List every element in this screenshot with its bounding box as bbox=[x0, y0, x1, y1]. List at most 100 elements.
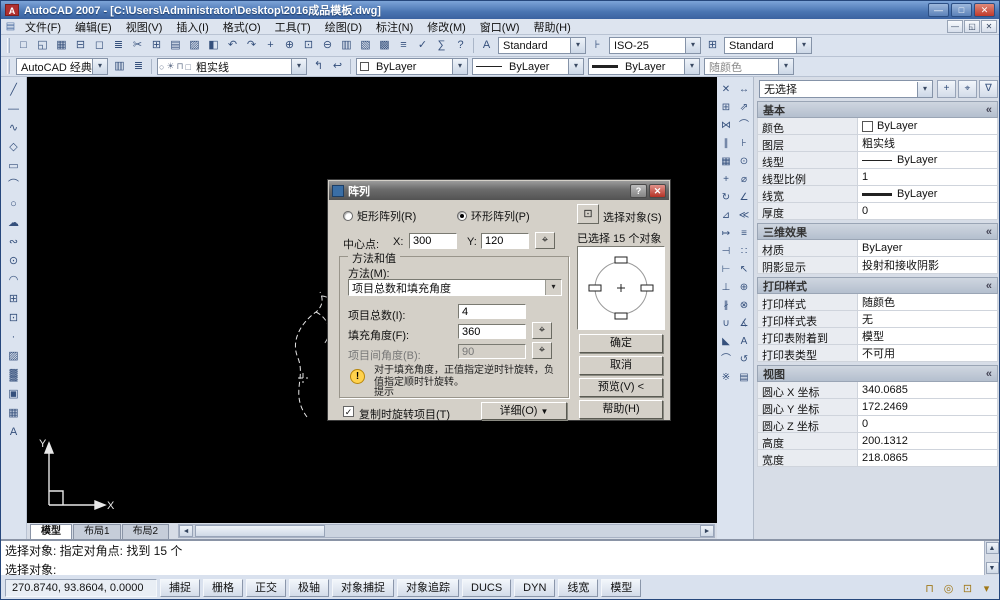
help-icon[interactable]: ? bbox=[451, 36, 470, 55]
menu-modify[interactable]: 修改(M) bbox=[420, 18, 473, 36]
rectangle-icon[interactable]: ▭ bbox=[4, 157, 23, 176]
quick-leader-icon[interactable]: ↖ bbox=[736, 261, 753, 279]
rectangular-array-radio[interactable]: 矩形阵列(R) bbox=[343, 208, 416, 224]
undo-icon[interactable]: ↶ bbox=[223, 36, 242, 55]
dim-ordinate-icon[interactable]: ⊦ bbox=[736, 135, 753, 153]
toggle-grid[interactable]: 栅格 bbox=[203, 579, 243, 597]
layer-previous-icon[interactable]: ↩ bbox=[328, 57, 347, 76]
workspace-combo[interactable]: AutoCAD 经典 ▾ bbox=[16, 58, 108, 75]
coordinates-readout[interactable]: 270.8740, 93.8604, 0.0000 bbox=[5, 579, 157, 597]
communication-center-icon[interactable]: ◎ bbox=[940, 580, 957, 597]
chamfer-icon[interactable]: ◣ bbox=[718, 333, 735, 351]
rotate-items-checkbox[interactable]: ✓ bbox=[343, 406, 354, 417]
trim-icon[interactable]: ⊣ bbox=[718, 243, 735, 261]
dim-arc-length-icon[interactable]: ⌒ bbox=[736, 117, 753, 135]
chevron-down-icon[interactable]: ▾ bbox=[796, 38, 811, 53]
toggle-snap[interactable]: 捕捉 bbox=[160, 579, 200, 597]
ok-button[interactable]: 确定 bbox=[579, 334, 663, 353]
quick-select-icon[interactable]: ∇ bbox=[979, 80, 998, 98]
property-row[interactable]: 打印样式 随颜色 bbox=[757, 294, 998, 311]
dimension-update-icon[interactable]: ↺ bbox=[736, 351, 753, 369]
dimension-edit-icon[interactable]: ∡ bbox=[736, 315, 753, 333]
color-combo[interactable]: ByLayer ▾ bbox=[356, 58, 468, 75]
gradient-icon[interactable]: ▓ bbox=[4, 366, 23, 385]
property-row[interactable]: 宽度 218.0865 bbox=[757, 450, 998, 467]
join-icon[interactable]: ∪ bbox=[718, 315, 735, 333]
ellipse-icon[interactable]: ⊙ bbox=[4, 252, 23, 271]
erase-icon[interactable]: ✕ bbox=[718, 81, 735, 99]
redo-icon[interactable]: ↷ bbox=[242, 36, 261, 55]
plot-preview-icon[interactable]: ◻ bbox=[90, 36, 109, 55]
help-button[interactable]: 帮助(H) bbox=[579, 400, 663, 419]
paste-icon[interactable]: ▤ bbox=[166, 36, 185, 55]
copy-object-icon[interactable]: ⊞ bbox=[718, 99, 735, 117]
table-style-icon[interactable]: ⊞ bbox=[703, 36, 722, 55]
polyline-icon[interactable]: ∿ bbox=[4, 119, 23, 138]
fillet-icon[interactable]: ⌒ bbox=[718, 351, 735, 369]
scale-icon[interactable]: ⊿ bbox=[718, 207, 735, 225]
total-items-input[interactable] bbox=[458, 304, 526, 319]
layer-combo[interactable]: ○☀⊓□ 粗实线 ▾ bbox=[157, 58, 307, 75]
cut-icon[interactable]: ✂ bbox=[128, 36, 147, 55]
toggle-ortho[interactable]: 正交 bbox=[246, 579, 286, 597]
menu-file[interactable]: 文件(F) bbox=[18, 18, 68, 36]
workspaces-icon[interactable]: ▥ bbox=[110, 57, 129, 76]
property-row[interactable]: 厚度 0 bbox=[757, 203, 998, 220]
ellipse-arc-icon[interactable]: ◠ bbox=[4, 271, 23, 290]
dim-baseline-icon[interactable]: ≡ bbox=[736, 225, 753, 243]
qnew-icon[interactable]: □ bbox=[14, 36, 33, 55]
zoom-realtime-icon[interactable]: ⊕ bbox=[280, 36, 299, 55]
maximize-button[interactable]: □ bbox=[951, 3, 972, 17]
section-header-view[interactable]: 视图 « bbox=[757, 365, 998, 382]
property-row[interactable]: 打印样式表 无 bbox=[757, 311, 998, 328]
dialog-help-icon[interactable]: ? bbox=[630, 184, 647, 198]
dim-diameter-icon[interactable]: ⌀ bbox=[736, 171, 753, 189]
dim-style-icon[interactable]: ⊦ bbox=[588, 36, 607, 55]
center-y-input[interactable] bbox=[481, 233, 529, 249]
menu-draw[interactable]: 绘图(D) bbox=[318, 18, 369, 36]
insert-block-icon[interactable]: ⊞ bbox=[4, 290, 23, 309]
dimension-style-icon[interactable]: ▤ bbox=[736, 369, 753, 387]
make-block-icon[interactable]: ⊡ bbox=[4, 309, 23, 328]
selection-combo[interactable]: 无选择 ▾ bbox=[759, 80, 933, 98]
designcenter-icon[interactable]: ▧ bbox=[356, 36, 375, 55]
chevron-down-icon[interactable]: ▾ bbox=[291, 59, 306, 74]
region-icon[interactable]: ▣ bbox=[4, 385, 23, 404]
menu-window[interactable]: 窗口(W) bbox=[473, 18, 527, 36]
toggle-otrack[interactable]: 对象追踪 bbox=[397, 579, 459, 597]
dim-linear-icon[interactable]: ↔ bbox=[736, 81, 753, 99]
chevron-down-icon[interactable]: ▾ bbox=[568, 59, 583, 74]
property-row[interactable]: 颜色 ByLayer bbox=[757, 118, 998, 135]
child-restore-button[interactable]: ◱ bbox=[964, 20, 980, 33]
toggle-model[interactable]: 模型 bbox=[601, 579, 641, 597]
chevron-down-icon[interactable]: ▾ bbox=[685, 38, 700, 53]
drawing-canvas[interactable]: Y X 阵列 ? ✕ 矩形阵列(R) bbox=[27, 77, 717, 539]
property-row[interactable]: 打印表附着到 模型 bbox=[757, 328, 998, 345]
dimension-text-edit-icon[interactable]: A bbox=[736, 333, 753, 351]
menu-tools[interactable]: 工具(T) bbox=[268, 18, 318, 36]
center-x-input[interactable] bbox=[409, 233, 457, 249]
scroll-up-icon[interactable]: ▲ bbox=[986, 542, 999, 554]
menu-help[interactable]: 帮助(H) bbox=[527, 18, 578, 36]
polygon-icon[interactable]: ◇ bbox=[4, 138, 23, 157]
toolbar-grip[interactable] bbox=[7, 59, 10, 74]
command-line-window[interactable]: 选择对象: 指定对角点: 找到 15 个 选择对象: ▲ ▼ bbox=[1, 539, 999, 575]
array-icon[interactable]: ▦ bbox=[718, 153, 735, 171]
circle-icon[interactable]: ○ bbox=[4, 195, 23, 214]
quick-dimension-icon[interactable]: ≪ bbox=[736, 207, 753, 225]
dim-angular-icon[interactable]: ∠ bbox=[736, 189, 753, 207]
menu-edit[interactable]: 编辑(E) bbox=[68, 18, 119, 36]
construction-line-icon[interactable]: — bbox=[4, 100, 23, 119]
chevron-down-icon[interactable]: ▾ bbox=[917, 82, 932, 97]
property-row[interactable]: 圆心 X 坐标 340.0685 bbox=[757, 382, 998, 399]
select-objects-button[interactable]: ⊡ bbox=[577, 204, 599, 224]
minimize-button[interactable]: — bbox=[928, 3, 949, 17]
publish-icon[interactable]: ≣ bbox=[109, 36, 128, 55]
scrollbar-thumb[interactable] bbox=[195, 525, 325, 537]
plotstyle-combo[interactable]: 随颜色 ▾ bbox=[704, 58, 794, 75]
tool-palettes-icon[interactable]: ▩ bbox=[375, 36, 394, 55]
plot-icon[interactable]: ⊟ bbox=[71, 36, 90, 55]
stretch-icon[interactable]: ↦ bbox=[718, 225, 735, 243]
command-scrollbar[interactable]: ▲ ▼ bbox=[984, 541, 999, 575]
select-objects-icon[interactable]: ⌖ bbox=[958, 80, 977, 98]
